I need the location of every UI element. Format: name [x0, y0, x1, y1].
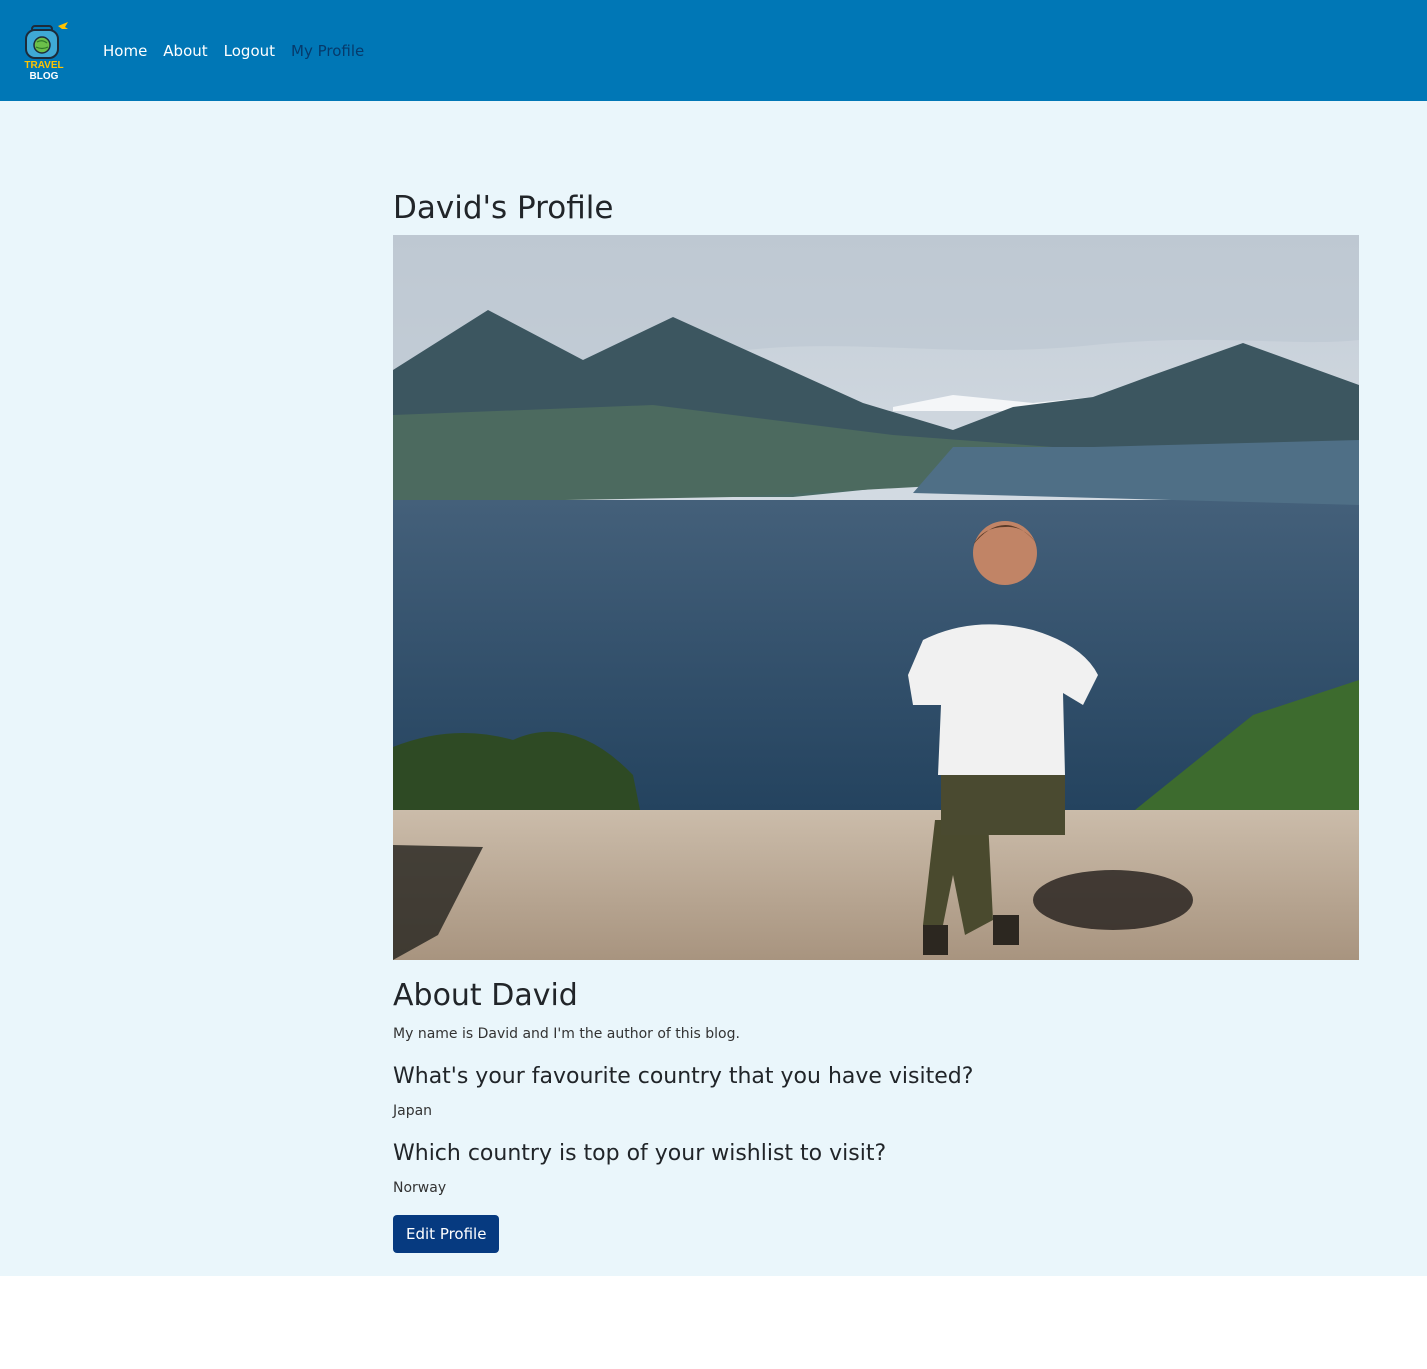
edit-profile-button[interactable]: Edit Profile — [393, 1215, 500, 1253]
nav-logout-link[interactable]: Logout — [224, 42, 275, 60]
backpack-globe-icon — [25, 21, 68, 59]
profile-photo — [393, 235, 1359, 960]
bio-text: My name is David and I'm the author of t… — [393, 1026, 740, 1042]
favourite-country-answer: Japan — [393, 1103, 433, 1119]
logo-text-travel: TRAVEL — [24, 59, 64, 71]
wishlist-country-answer: Norway — [393, 1180, 447, 1196]
nav-links: Home About Logout My Profile — [103, 42, 380, 60]
wishlist-country-question: Which country is top of your wishlist to… — [393, 1141, 887, 1166]
nav-home-link[interactable]: Home — [103, 42, 147, 60]
logo-text-blog: BLOG — [29, 70, 59, 82]
navbar: TRAVEL BLOG Home About Logout My Profile — [0, 0, 1427, 101]
page-title: David's Profile — [393, 190, 614, 226]
main-content: David's Profile About David My name is D… — [0, 101, 1427, 1276]
about-heading: About David — [393, 978, 578, 1013]
nav-my-profile-link[interactable]: My Profile — [291, 42, 364, 60]
profile-section: David's Profile About David My name is D… — [393, 188, 1359, 1253]
travel-blog-logo[interactable]: TRAVEL BLOG — [18, 20, 70, 82]
nav-about-link[interactable]: About — [163, 42, 207, 60]
favourite-country-question: What's your favourite country that you h… — [393, 1064, 974, 1089]
